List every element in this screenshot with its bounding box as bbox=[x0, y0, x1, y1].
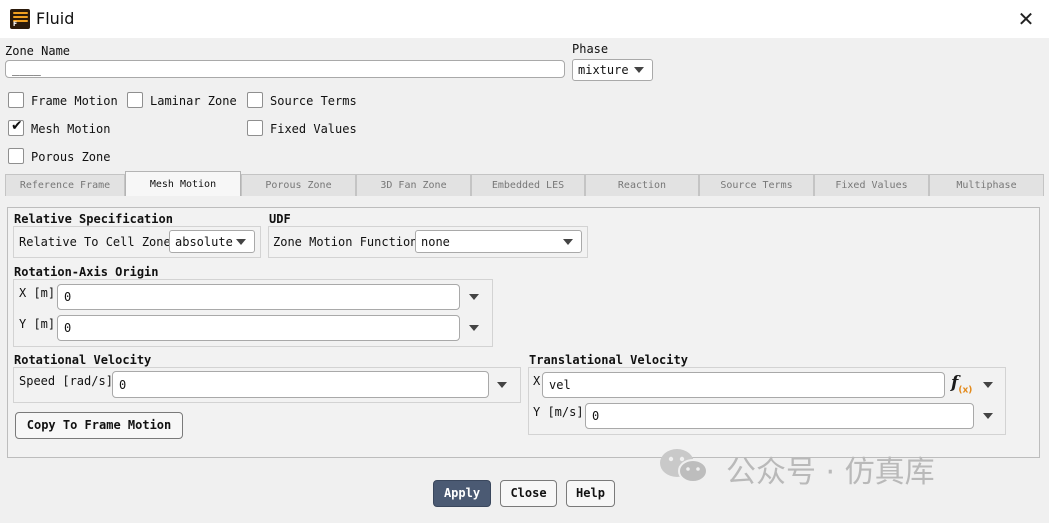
fixed-values-checkbox[interactable] bbox=[247, 120, 263, 136]
window-title: Fluid bbox=[36, 9, 75, 28]
copy-to-frame-motion-button[interactable]: Copy To Frame Motion bbox=[15, 412, 183, 439]
chevron-down-icon bbox=[563, 238, 573, 245]
apply-button[interactable]: Apply bbox=[433, 480, 491, 507]
fixed-values-label: Fixed Values bbox=[270, 122, 357, 136]
origin-y-input[interactable]: 0 bbox=[57, 315, 460, 341]
speed-label: Speed [rad/s] bbox=[19, 374, 113, 388]
origin-x-options-icon[interactable] bbox=[469, 294, 479, 300]
rotational-velocity-title: Rotational Velocity bbox=[14, 353, 152, 367]
zone-name-value: ____ bbox=[12, 62, 41, 76]
source-terms-label: Source Terms bbox=[270, 94, 357, 108]
laminar-zone-checkbox[interactable] bbox=[127, 92, 143, 108]
mesh-motion-label: Mesh Motion bbox=[31, 122, 111, 136]
origin-y-options-icon[interactable] bbox=[469, 325, 479, 331]
function-expression-icon[interactable]: f(x) bbox=[951, 373, 972, 395]
tab-porous-zone[interactable]: Porous Zone bbox=[241, 174, 356, 196]
speed-value: 0 bbox=[119, 377, 127, 392]
watermark-text: 公众号 · 仿真库 bbox=[726, 455, 935, 490]
translational-x-label: X bbox=[533, 374, 541, 388]
phase-dropdown[interactable]: mixture bbox=[572, 59, 653, 81]
close-button[interactable]: Close bbox=[500, 480, 557, 507]
tab-multiphase[interactable]: Multiphase bbox=[929, 174, 1044, 196]
speed-input[interactable]: 0 bbox=[112, 371, 489, 398]
wechat-logo-icon bbox=[660, 449, 708, 483]
source-terms-checkbox[interactable] bbox=[247, 92, 263, 108]
frame-motion-checkbox[interactable] bbox=[8, 92, 24, 108]
tab-3d-fan-zone[interactable]: 3D Fan Zone bbox=[356, 174, 471, 196]
origin-y-value: 0 bbox=[64, 321, 72, 335]
zone-motion-function-value: none bbox=[421, 234, 450, 249]
origin-x-value: 0 bbox=[64, 290, 72, 304]
frame-motion-label: Frame Motion bbox=[31, 94, 118, 108]
phase-label: Phase bbox=[572, 42, 609, 56]
tab-reaction[interactable]: Reaction bbox=[585, 174, 699, 196]
translational-y-label: Y [m/s] bbox=[533, 405, 584, 419]
close-icon[interactable]: ✕ bbox=[1015, 8, 1037, 30]
tab-fixed-values[interactable]: Fixed Values bbox=[814, 174, 929, 196]
help-button[interactable]: Help bbox=[566, 480, 615, 507]
origin-x-input[interactable]: 0 bbox=[57, 284, 460, 310]
origin-x-label: X [m] bbox=[19, 286, 56, 300]
relative-to-cell-zone-label: Relative To Cell Zone bbox=[19, 235, 171, 249]
origin-y-label: Y [m] bbox=[19, 317, 56, 331]
translational-x-value: vel bbox=[549, 378, 571, 392]
translational-y-options-icon[interactable] bbox=[983, 413, 993, 419]
porous-zone-label: Porous Zone bbox=[31, 150, 111, 164]
translational-velocity-title: Translational Velocity bbox=[529, 353, 688, 367]
zone-name-label: Zone Name bbox=[5, 44, 71, 58]
fluent-app-icon: F bbox=[10, 9, 30, 29]
translational-x-options-icon[interactable] bbox=[983, 382, 993, 388]
phase-value: mixture bbox=[578, 63, 629, 77]
translational-y-value: 0 bbox=[592, 409, 600, 423]
tab-mesh-motion[interactable]: Mesh Motion bbox=[125, 171, 241, 196]
relative-to-cell-zone-dropdown[interactable]: absolute bbox=[169, 230, 255, 253]
zone-name-input[interactable]: ____ bbox=[5, 60, 565, 78]
udf-title: UDF bbox=[269, 212, 291, 226]
translational-y-input[interactable]: 0 bbox=[585, 403, 974, 429]
laminar-zone-label: Laminar Zone bbox=[150, 94, 237, 108]
chevron-down-icon bbox=[634, 67, 644, 73]
speed-options-icon[interactable] bbox=[497, 382, 507, 388]
relative-to-cell-zone-value: absolute bbox=[175, 234, 233, 249]
zone-motion-function-dropdown[interactable]: none bbox=[415, 230, 582, 253]
tab-embedded-les[interactable]: Embedded LES bbox=[471, 174, 585, 196]
check-icon: ✔ bbox=[11, 118, 23, 134]
zone-motion-function-label: Zone Motion Function bbox=[273, 235, 418, 249]
tab-strip: Reference Frame Mesh Motion Porous Zone … bbox=[5, 171, 1044, 196]
tab-source-terms[interactable]: Source Terms bbox=[699, 174, 814, 196]
rotation-axis-origin-title: Rotation-Axis Origin bbox=[14, 265, 159, 279]
porous-zone-checkbox[interactable] bbox=[8, 148, 24, 164]
relative-specification-title: Relative Specification bbox=[14, 212, 173, 226]
mesh-motion-checkbox[interactable]: ✔ bbox=[8, 118, 24, 136]
title-bar bbox=[0, 0, 1049, 38]
translational-x-input[interactable]: vel bbox=[542, 372, 945, 398]
tab-reference-frame[interactable]: Reference Frame bbox=[5, 174, 125, 196]
chevron-down-icon bbox=[236, 238, 246, 245]
